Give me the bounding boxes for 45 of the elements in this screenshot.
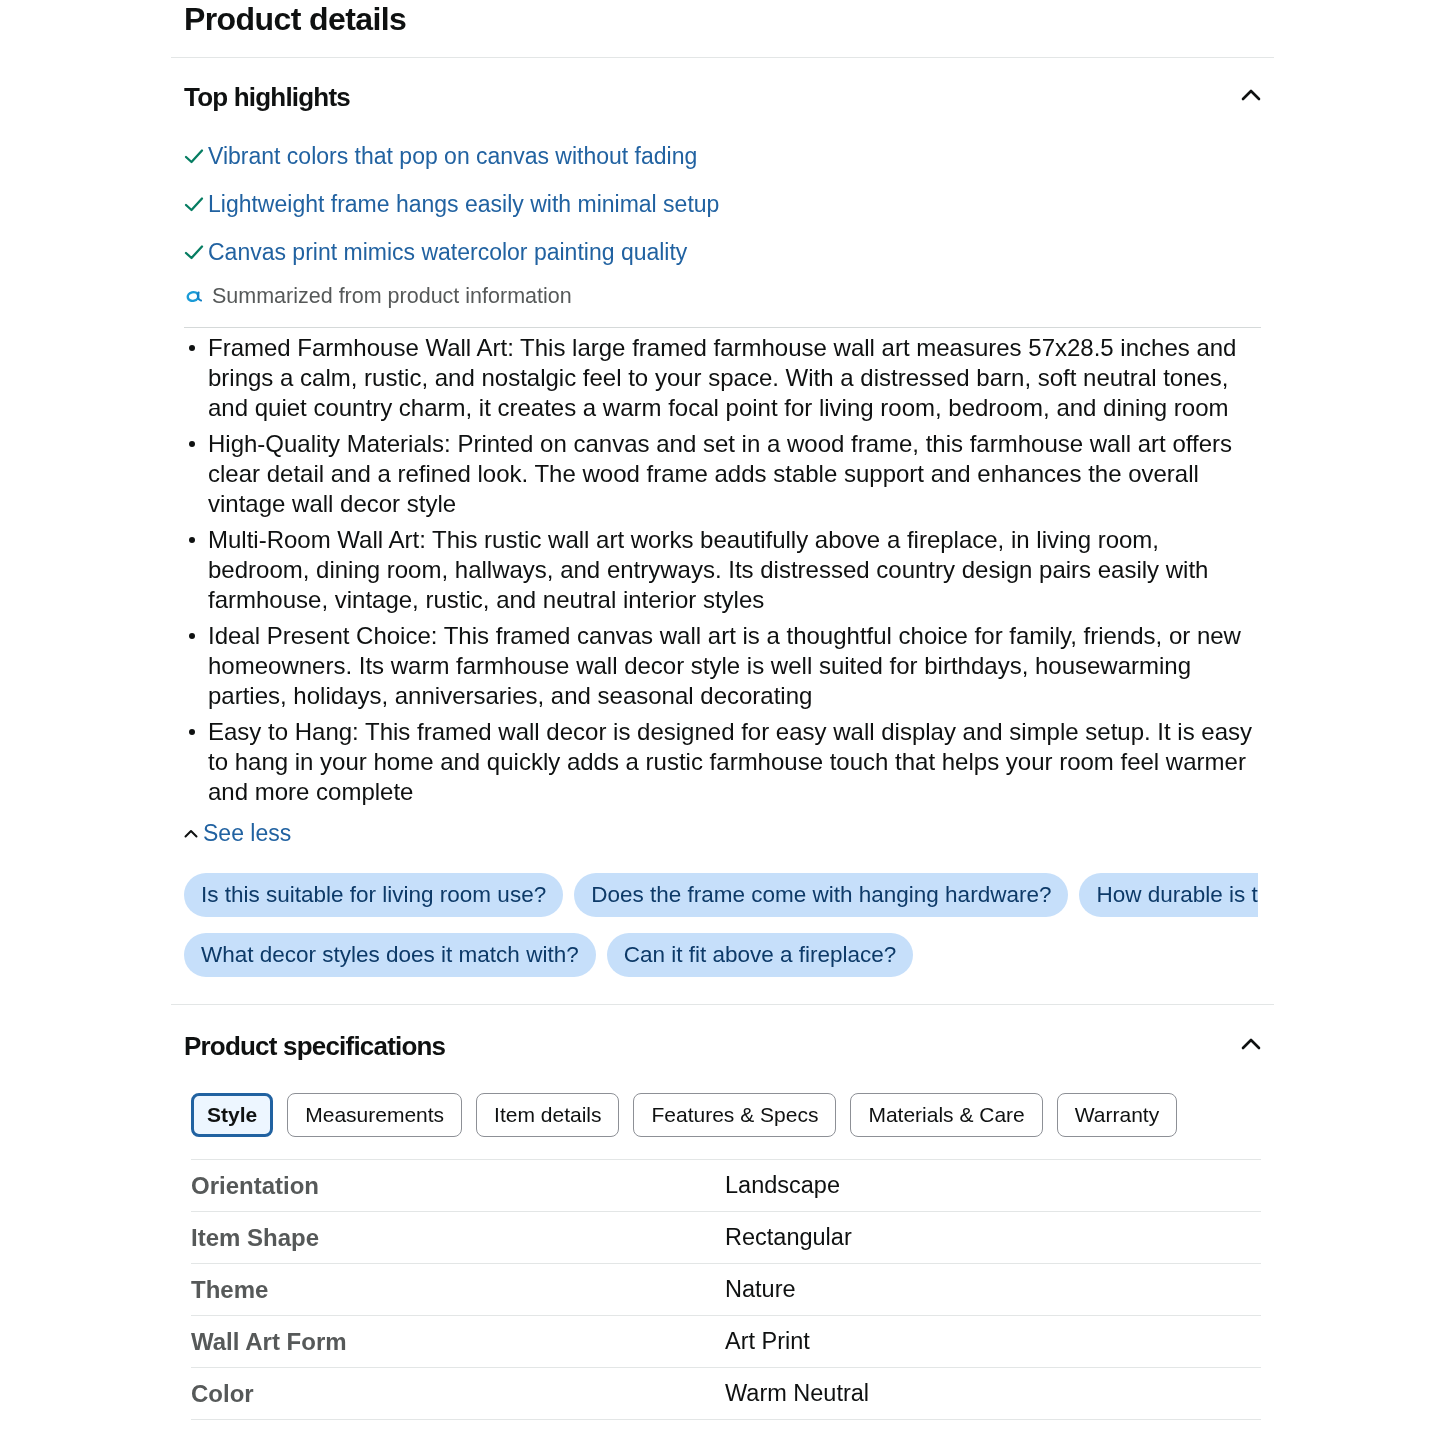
spec-tab[interactable]: Warranty [1056, 1093, 1178, 1137]
spec-tab[interactable]: Materials & Care [850, 1093, 1043, 1137]
spec-label: Color [191, 1378, 255, 1409]
spec-tab[interactable]: Features & Specs [633, 1093, 837, 1137]
page-title: Product details [184, 0, 407, 38]
chevron-up-icon[interactable] [1241, 89, 1261, 101]
spec-value: Nature [725, 1274, 796, 1304]
section-heading: Top highlights [184, 80, 350, 114]
bullet-icon [189, 537, 195, 543]
spec-label: Orientation [191, 1170, 320, 1201]
source-note: Summarized from product information [212, 282, 572, 310]
highlight-text: Vibrant colors that pop on canvas without fading [208, 141, 698, 171]
question-chip[interactable]: What decor styles does it match with? [184, 933, 596, 977]
bullet-icon [189, 729, 195, 735]
highlight-text: Canvas print mimics watercolor painting quality [208, 237, 688, 267]
bullet-text: Ideal Present Choice: This framed canvas wall art is a thoughtful choice for family, friends, or new homeowners. Its warm farmhouse wall decor style is well suited for birthdays, housewarming parties, holidays, anniversaries, and seasonal decorating [208, 621, 1242, 711]
question-chip[interactable]: Can it fit above a fireplace? [606, 933, 914, 977]
section-heading: Product specifications [184, 1029, 446, 1063]
check-icon [184, 244, 204, 260]
bullet-text: Easy to Hang: This framed wall decor is designed for easy wall display and simple setup. It is easy to hang in your home and quickly adds a rustic farmhouse touch that helps your room feel warmer and more complete [208, 717, 1254, 807]
spec-label: Theme [191, 1274, 270, 1305]
bullet-icon [189, 345, 195, 351]
bullet-icon [189, 441, 195, 447]
spec-tab[interactable]: Style [191, 1093, 274, 1137]
spec-value: Landscape [725, 1170, 840, 1200]
bullet-text: Framed Farmhouse Wall Art: This large framed farmhouse wall art measures 57x28.5 inches and brings a calm, rustic, and nostalgic feel to your space. With a distressed barn, soft neutral tones, and quiet country charm, it creates a warm focal point for living room, bedroom, and dining room [208, 333, 1238, 423]
question-chip[interactable]: Does the frame come with hanging hardware? [574, 873, 1069, 917]
spec-label: Wall Art Form [191, 1326, 348, 1357]
highlight-text: Lightweight frame hangs easily with minimal setup [208, 189, 720, 219]
bullet-text: Multi-Room Wall Art: This rustic wall art works beautifully above a fireplace, in living room, bedroom, dining room, hallways, and entryways. Its distressed country design pairs easily with farmhouse, vintage, rustic, and neutral interior styles [208, 525, 1210, 615]
question-chip[interactable]: How durable is t [1079, 873, 1258, 917]
script-a-icon [186, 289, 202, 303]
spec-tab[interactable]: Item details [476, 1093, 620, 1137]
spec-label: Item Shape [191, 1222, 321, 1253]
spec-value: Warm Neutral [725, 1378, 870, 1408]
spec-value: Art Print [725, 1326, 810, 1356]
check-icon [184, 148, 204, 164]
bullet-icon [189, 633, 195, 639]
bullet-text: High-Quality Materials: Printed on canvas and set in a wood frame, this farmhouse wall art offers clear detail and a refined look. The wood frame adds stable support and enhances the overall vintage wall decor style [208, 429, 1234, 519]
spec-tab[interactable]: Measurements [287, 1093, 463, 1137]
chevron-up-icon[interactable] [1241, 1038, 1261, 1050]
check-icon [184, 196, 204, 212]
spec-value: Rectangular [725, 1222, 852, 1252]
see-less-link[interactable]: See less [184, 818, 292, 848]
question-chip[interactable]: Is this suitable for living room use? [184, 873, 564, 917]
